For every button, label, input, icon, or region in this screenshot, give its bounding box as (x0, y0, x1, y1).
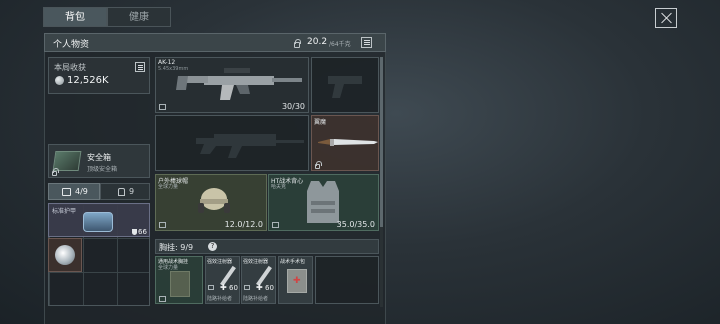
tab-health[interactable]: 健康 (107, 7, 171, 27)
pistol-placeholder-icon (328, 76, 362, 98)
injector-inspect-icon (244, 285, 250, 290)
injector-name: 强效注射器 (243, 259, 269, 265)
chest-rig-item-sub: 全球力量 (158, 265, 179, 271)
safebox-name: 安全箱 (87, 153, 111, 162)
panel-header: 个人物资 20.2 /64千克 (44, 33, 386, 52)
help-icon[interactable]: ? (208, 242, 217, 251)
close-button[interactable] (655, 8, 677, 28)
secondary-weapon-slot[interactable] (155, 115, 309, 171)
safebox-slot[interactable]: 安全箱 顶级安全箱 (48, 144, 150, 178)
side-tab-backpack[interactable]: 4/9 (48, 183, 100, 200)
injector-inspect-icon (208, 285, 214, 290)
melee-name: 翼魔 (314, 119, 327, 126)
plus-icon: ✚ (220, 283, 227, 292)
injector-sub: 陆路补给者 (243, 296, 269, 302)
side-tab-vest-value: 9 (129, 187, 135, 196)
scrollbar-thumb[interactable] (380, 57, 383, 227)
armor-image (83, 212, 113, 232)
safebox-lock-icon (52, 168, 59, 176)
injector-name: 强效注射器 (207, 259, 233, 265)
chest-rig-item[interactable]: 战术手术包 ✚ (278, 256, 313, 304)
injector-value: 60 (265, 284, 274, 292)
chest-rig-item[interactable]: 强效注射器 ✚ 60 陆路补给者 (241, 256, 276, 304)
medical-cross-icon: ✚ (293, 276, 301, 286)
rig-image (170, 271, 190, 297)
surgery-kit-name: 战术手术包 (280, 259, 306, 265)
earnings-list-icon[interactable] (135, 62, 145, 72)
weight-current: 20.2 (307, 37, 328, 47)
armor-item[interactable]: 标准护甲 66 (48, 203, 150, 237)
safebox-subtitle: 顶级安全箱 (87, 166, 118, 173)
weight-max: /64千克 (329, 41, 351, 48)
rifle-placeholder-icon (196, 134, 304, 158)
ak12-image (176, 68, 302, 100)
panel-title: 个人物资 (53, 40, 90, 50)
chest-rig-item[interactable]: 通用战术胸挂 全球力量 (155, 256, 203, 304)
diamond-item[interactable] (48, 238, 82, 272)
weapon-ammo: 30/30 (281, 102, 305, 111)
vest-image (307, 181, 339, 223)
melee-lock-icon (315, 161, 322, 169)
injector-sub: 陆路补给者 (207, 296, 233, 302)
vest-sub: 哈夫克 (271, 184, 287, 190)
injector-value: 60 (229, 284, 238, 292)
surgery-kit-image: ✚ (287, 269, 307, 293)
backpack-icon (62, 188, 71, 196)
helmet-inspect-icon (159, 222, 166, 228)
vest-icon (118, 188, 125, 196)
plus-icon: ✚ (256, 283, 263, 292)
melee-slot[interactable]: 翼魔 (311, 115, 379, 171)
side-tab-vest[interactable]: 9 (100, 183, 150, 200)
earnings-value: 12,526K (67, 75, 109, 86)
durability-shield-icon (132, 229, 137, 235)
vest-inspect-icon (272, 222, 279, 228)
chest-rig-header: 胸挂: 9/9 ? (155, 239, 379, 254)
diamond-image (55, 245, 75, 265)
primary-weapon-slot[interactable]: AK-12 5.45x39mm 30/30 (155, 57, 309, 113)
weight-lock-icon (294, 39, 301, 48)
rig-inspect-icon (159, 296, 166, 302)
chest-rig-item[interactable]: 强效注射器 ✚ 60 陆路补给者 (205, 256, 240, 304)
coin-icon (55, 76, 64, 85)
vest-slot[interactable]: HT战术背心 哈夫克 35.0/35.0 (268, 174, 379, 231)
knife-image (318, 139, 378, 146)
chest-rig-label: 胸挂: 9/9 (159, 243, 194, 252)
helmet-sub: 全球力量 (158, 184, 179, 190)
helmet-image (198, 188, 230, 213)
side-tab-backpack-value: 4/9 (75, 187, 88, 196)
earnings-box: 本局收获 12,526K (48, 57, 150, 94)
helmet-slot[interactable]: 户外棒球帽 全球力量 12.0/12.0 (155, 174, 267, 231)
tab-backpack[interactable]: 背包 (43, 7, 107, 27)
helmet-durability: 12.0/12.0 (224, 220, 263, 229)
earnings-label: 本局收获 (54, 63, 86, 72)
pistol-slot[interactable] (311, 57, 379, 113)
armor-item-label: 标准护甲 (52, 208, 77, 215)
chest-rig-empty-slot[interactable] (315, 256, 379, 304)
weapon-name: AK-12 (158, 59, 176, 66)
armor-durability: 66 (138, 228, 147, 236)
list-icon[interactable] (361, 37, 372, 48)
vest-durability: 35.0/35.0 (336, 220, 375, 229)
inspect-icon (159, 104, 166, 110)
